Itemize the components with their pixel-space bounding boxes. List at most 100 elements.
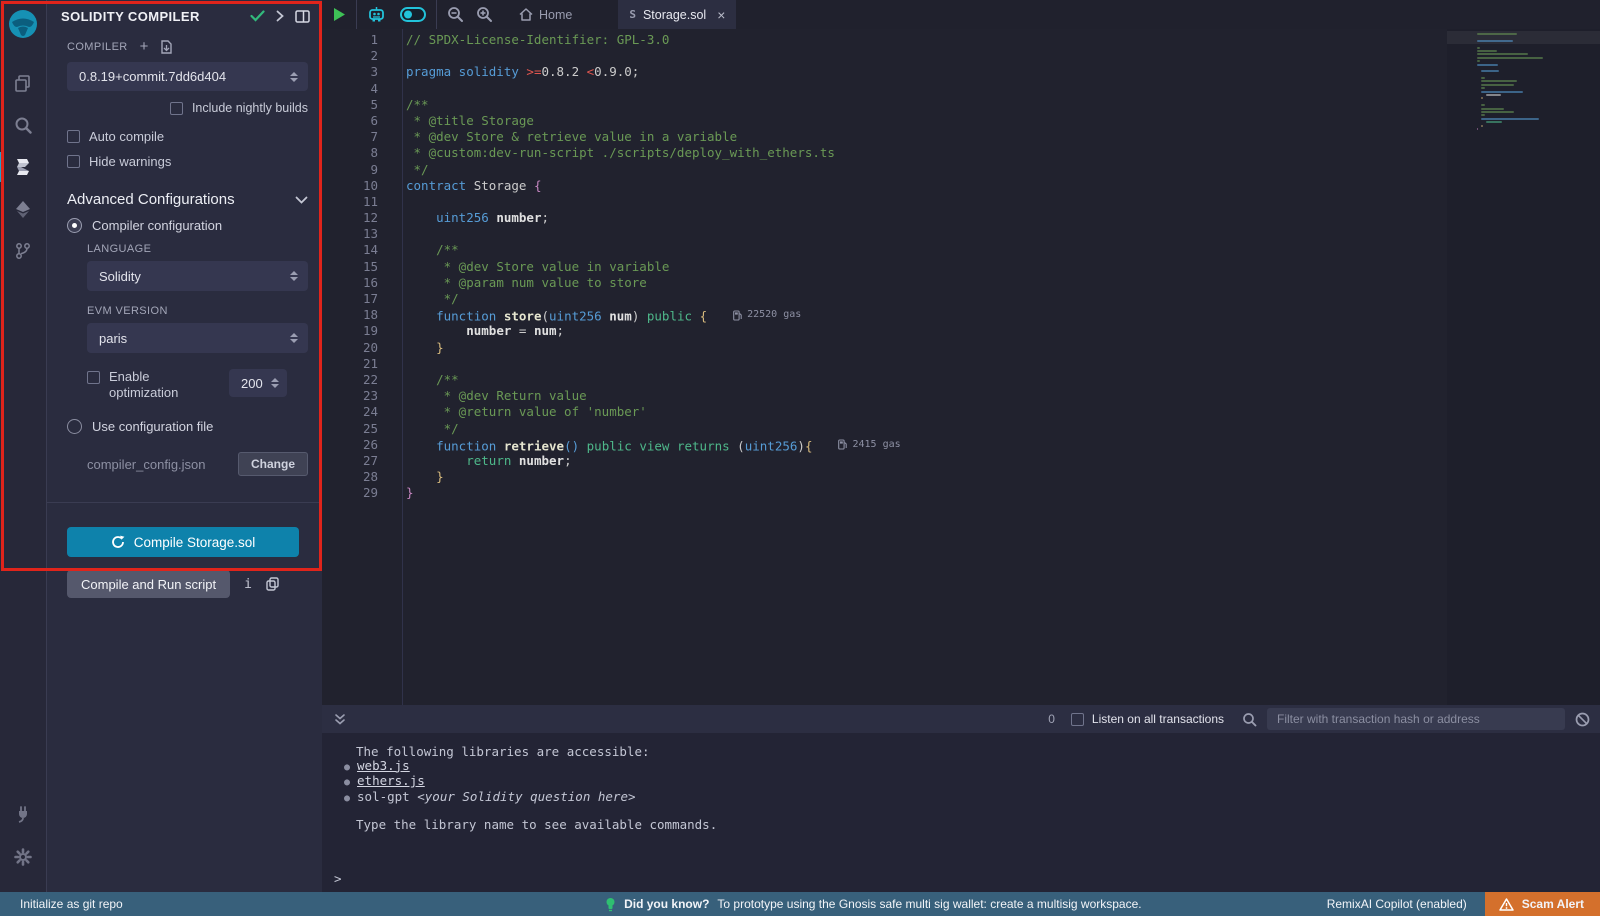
advanced-configurations-header[interactable]: Advanced Configurations	[67, 191, 308, 208]
evm-version-select[interactable]: paris	[87, 323, 308, 353]
code-line[interactable]: * @dev Return value	[403, 388, 1447, 404]
transaction-filter-input[interactable]	[1267, 708, 1565, 730]
sidebar-item-plugin-manager[interactable]	[0, 792, 47, 834]
code-line[interactable]: /**	[403, 242, 1447, 258]
code-line[interactable]: }	[403, 485, 1447, 501]
code-line[interactable]: function store(uint256 num) public {2252…	[403, 307, 1447, 323]
play-icon	[332, 7, 346, 22]
sidebar-item-deploy-and-run[interactable]	[0, 188, 47, 230]
line-number-gutter: 1234567891011121314151617181920212223242…	[322, 29, 402, 705]
ai-copilot-button[interactable]	[367, 6, 386, 23]
sidebar-item-search[interactable]	[0, 104, 47, 146]
zoom-in-button[interactable]	[476, 6, 493, 23]
code-area[interactable]: // SPDX-License-Identifier: GPL-3.0 pragm…	[402, 29, 1447, 705]
minimap-line	[1477, 64, 1498, 66]
sidebar-item-settings[interactable]	[0, 836, 47, 878]
enable-optimization-checkbox[interactable]	[87, 371, 100, 384]
zoom-out-button[interactable]	[447, 6, 464, 23]
code-line[interactable]: number = num;	[403, 323, 1447, 339]
minimap-column[interactable]	[1447, 29, 1600, 705]
language-select[interactable]: Solidity	[87, 261, 308, 291]
home-tab[interactable]: Home	[505, 8, 586, 22]
add-compiler-icon[interactable]: +	[140, 42, 149, 52]
run-script-button[interactable]	[332, 7, 346, 22]
git-init-status[interactable]: Initialize as git repo	[0, 897, 420, 911]
scam-alert-badge[interactable]: Scam Alert	[1485, 892, 1600, 916]
terminal-prompt[interactable]: >	[332, 872, 1600, 886]
nightly-builds-checkbox[interactable]	[170, 102, 183, 115]
compile-button[interactable]: Compile Storage.sol	[67, 527, 299, 557]
code-line[interactable]: * @custom:dev-run-script ./scripts/deplo…	[403, 145, 1447, 161]
chevron-right-icon[interactable]	[276, 10, 284, 22]
code-line[interactable]: return number;	[403, 453, 1447, 469]
sidebar-item-file-explorer[interactable]	[0, 62, 47, 104]
code-line[interactable]	[403, 81, 1447, 97]
minimap[interactable]	[1477, 33, 1588, 131]
code-line[interactable]: * @dev Store value in variable	[403, 259, 1447, 275]
close-tab-icon[interactable]: ×	[717, 7, 725, 23]
code-line[interactable]: */	[403, 162, 1447, 178]
code-line[interactable]: pragma solidity >=0.8.2 <0.9.0;	[403, 64, 1447, 80]
code-line[interactable]: */	[403, 421, 1447, 437]
web3-link[interactable]: web3.js	[357, 759, 410, 773]
code-line[interactable]: /**	[403, 372, 1447, 388]
code-line[interactable]	[403, 356, 1447, 372]
pin-panel-icon[interactable]	[295, 10, 310, 23]
warning-icon	[1499, 898, 1514, 911]
code-line[interactable]: */	[403, 291, 1447, 307]
status-bar: Initialize as git repo Did you know? To …	[0, 892, 1600, 916]
code-line[interactable]: contract Storage {	[403, 178, 1447, 194]
code-line[interactable]: * @return value of 'number'	[403, 404, 1447, 420]
code-line[interactable]	[403, 226, 1447, 242]
config-file-name[interactable]: compiler_config.json	[87, 457, 238, 472]
code-line[interactable]: * @title Storage	[403, 113, 1447, 129]
code-line[interactable]: * @param num value to store	[403, 275, 1447, 291]
code-line[interactable]: // SPDX-License-Identifier: GPL-3.0	[403, 32, 1447, 48]
code-line[interactable]	[403, 194, 1447, 210]
remix-ide-window: SOLIDITY COMPILER COMPILER	[0, 0, 1600, 916]
code-line[interactable]: * @dev Store & retrieve value in a varia…	[403, 129, 1447, 145]
compile-and-run-button[interactable]: Compile and Run script	[67, 570, 230, 598]
hide-warnings-label: Hide warnings	[89, 154, 171, 169]
terminal[interactable]: The following libraries are accessible: …	[322, 733, 1600, 892]
copy-icon[interactable]	[266, 577, 279, 591]
remix-logo-icon[interactable]	[8, 9, 38, 44]
clear-console-icon[interactable]	[1575, 712, 1590, 727]
auto-compile-checkbox[interactable]	[67, 130, 80, 143]
select-updown-icon	[290, 72, 298, 82]
sidebar-item-git[interactable]	[0, 230, 47, 272]
info-icon[interactable]: i	[244, 577, 252, 592]
use-configuration-file-radio[interactable]	[67, 419, 82, 434]
change-config-button[interactable]: Change	[238, 452, 308, 476]
tab-storage-sol[interactable]: S Storage.sol ×	[618, 0, 736, 29]
import-compiler-icon[interactable]	[160, 40, 173, 54]
collapse-terminal-icon[interactable]	[334, 713, 346, 726]
optimization-runs-input[interactable]	[241, 376, 271, 391]
line-number: 14	[322, 242, 402, 258]
panel-body: COMPILER + 0.8.19+commit.7dd6d404 Includ…	[47, 32, 322, 598]
ethers-link[interactable]: ethers.js	[357, 774, 425, 788]
code-line[interactable]: }	[403, 469, 1447, 485]
ai-copilot-toggle[interactable]	[400, 7, 426, 22]
main-row: SOLIDITY COMPILER COMPILER	[0, 0, 1600, 892]
optimization-runs-stepper[interactable]	[229, 369, 287, 397]
git-branch-icon	[14, 241, 32, 261]
hide-warnings-checkbox[interactable]	[67, 155, 80, 168]
code-line[interactable]: function retrieve() public view returns …	[403, 437, 1447, 453]
minimap-line	[1481, 87, 1484, 89]
minimap-line	[1481, 84, 1513, 86]
listen-transactions-checkbox[interactable]	[1071, 713, 1084, 726]
code-line[interactable]: }	[403, 340, 1447, 356]
solidity-file-icon: S	[629, 8, 636, 21]
code-line[interactable]	[403, 48, 1447, 64]
minimap-line	[1477, 128, 1478, 130]
code-line[interactable]: uint256 number;	[403, 210, 1447, 226]
sidebar-item-solidity-compiler[interactable]	[0, 146, 47, 188]
compiler-configuration-radio[interactable]	[67, 218, 82, 233]
compiler-version-select[interactable]: 0.8.19+commit.7dd6d404	[67, 62, 308, 91]
terminal-search-button[interactable]	[1242, 712, 1257, 727]
code-line[interactable]: /**	[403, 97, 1447, 113]
copilot-status[interactable]: RemixAI Copilot (enabled)	[1327, 897, 1467, 911]
stepper-updown-icon	[271, 378, 279, 388]
code-editor[interactable]: 1234567891011121314151617181920212223242…	[322, 29, 1600, 705]
